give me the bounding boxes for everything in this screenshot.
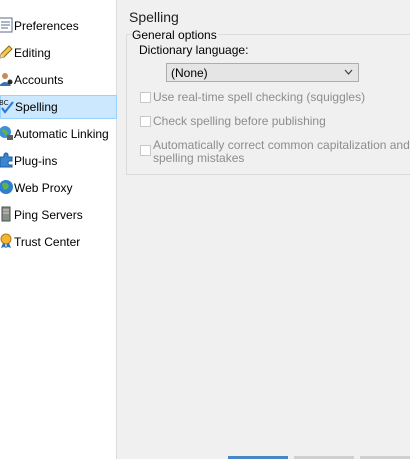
puzzle-icon: [0, 152, 13, 168]
sidebar-item-preferences[interactable]: Preferences: [0, 14, 117, 38]
sidebar-item-automatic-linking[interactable]: Automatic Linking: [0, 122, 117, 146]
svg-text:BC: BC: [0, 99, 9, 107]
sidebar-item-label: Automatic Linking: [14, 127, 109, 141]
sidebar-item-label: Accounts: [14, 73, 64, 87]
autocorrect-label-line2: spelling mistakes: [153, 151, 245, 165]
chevron-down-icon: [344, 69, 353, 75]
sidebar-item-label: Preferences: [14, 19, 79, 33]
globe-icon: [0, 180, 13, 194]
sidebar-item-spelling[interactable]: BC Spelling: [0, 95, 117, 119]
autocorrect-checkbox[interactable]: [140, 145, 151, 156]
sidebar-item-label: Web Proxy: [14, 181, 73, 195]
dictionary-language-select[interactable]: (None): [166, 63, 359, 82]
sidebar-item-label: Editing: [14, 46, 51, 60]
realtime-spellcheck-checkbox[interactable]: [140, 92, 151, 103]
spelling-icon: BC: [0, 99, 14, 114]
dictionary-language-label: Dictionary language:: [139, 43, 249, 57]
group-title: General options: [131, 28, 218, 42]
sidebar-item-label: Plug-ins: [14, 154, 58, 168]
sidebar-item-editing[interactable]: Editing: [0, 41, 117, 65]
sidebar-item-label: Trust Center: [14, 235, 81, 249]
sidebar: Preferences Editing Accounts BC Spelling…: [0, 0, 117, 459]
spellcheck-before-publish-label: Check spelling before publishing: [153, 114, 326, 128]
pencil-icon: [0, 45, 13, 59]
award-icon: [0, 233, 12, 248]
preferences-icon: [0, 17, 13, 33]
sidebar-item-web-proxy[interactable]: Web Proxy: [0, 176, 117, 200]
accounts-icon: [0, 73, 13, 86]
server-icon: [1, 206, 11, 222]
realtime-spellcheck-label: Use real-time spell checking (squiggles): [153, 90, 366, 104]
sidebar-item-label: Ping Servers: [14, 208, 83, 222]
dictionary-language-value: (None): [171, 66, 208, 80]
globe-link-icon: [0, 126, 13, 140]
sidebar-item-accounts[interactable]: Accounts: [0, 68, 117, 92]
spellcheck-before-publish-checkbox[interactable]: [140, 116, 151, 127]
sidebar-item-ping-servers[interactable]: Ping Servers: [0, 203, 117, 227]
sidebar-item-plug-ins[interactable]: Plug-ins: [0, 149, 117, 173]
page-title: Spelling: [129, 9, 179, 25]
autocorrect-label: Automatically correct common capitalizat…: [153, 139, 410, 165]
spelling-panel: Spelling General options Dictionary lang…: [118, 0, 410, 459]
sidebar-item-trust-center[interactable]: Trust Center: [0, 230, 117, 254]
sidebar-item-label: Spelling: [15, 100, 58, 114]
